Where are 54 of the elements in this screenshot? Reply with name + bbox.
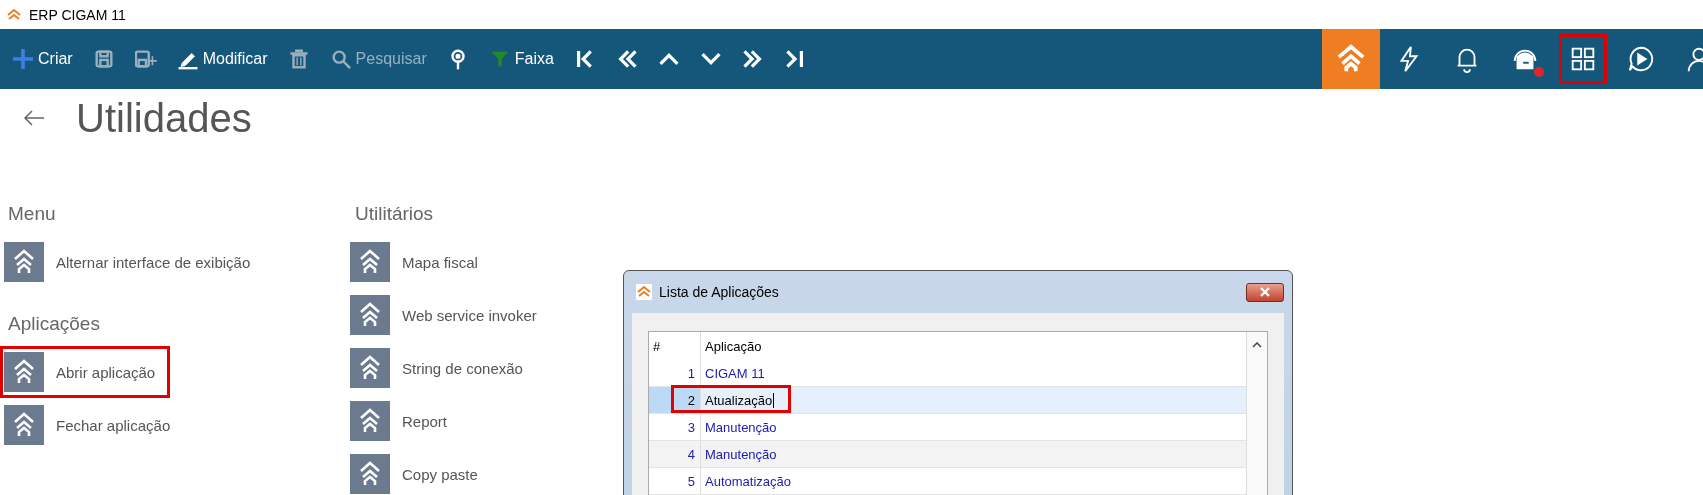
section-title: Aplicações bbox=[7, 313, 101, 335]
skip-to-end-icon bbox=[783, 48, 806, 70]
menu-item[interactable]: Abrir aplicação bbox=[0, 346, 171, 398]
table-row[interactable]: 5 Automatização bbox=[649, 468, 1246, 495]
dialog-title: Lista de Aplicações bbox=[659, 284, 779, 300]
floppy-disk-plus-icon bbox=[134, 48, 157, 70]
alert-dot bbox=[1534, 67, 1544, 77]
table-cell: 2 bbox=[649, 387, 701, 413]
logo-icon bbox=[4, 352, 44, 392]
table-cell-text: CIGAM 11 bbox=[704, 364, 765, 383]
plus-icon bbox=[12, 48, 34, 70]
menu-item[interactable]: Copy paste bbox=[347, 448, 493, 495]
column-header: # bbox=[649, 332, 701, 360]
table-cell-text: Manutenção bbox=[704, 418, 777, 437]
menu-item[interactable]: Report bbox=[347, 395, 463, 447]
menu-item[interactable]: Mapa fiscal bbox=[347, 236, 493, 288]
logo-icon bbox=[350, 401, 390, 441]
window-title: ERP CIGAM 11 bbox=[29, 6, 126, 23]
menu-item[interactable]: Fechar aplicação bbox=[0, 399, 186, 451]
table-row[interactable]: 2 Atualização bbox=[649, 387, 1246, 414]
close-icon bbox=[1259, 287, 1271, 297]
logo-icon bbox=[1336, 44, 1366, 74]
play-chat-icon bbox=[1626, 44, 1656, 74]
table-cell-text: Atualização bbox=[704, 391, 775, 410]
section-title: Utilitários bbox=[354, 203, 435, 225]
scroll-up-icon[interactable] bbox=[1252, 342, 1262, 348]
table-row[interactable]: 4 Manutenção bbox=[649, 441, 1246, 468]
table-cell-text: Automatização bbox=[704, 472, 791, 491]
logo-icon bbox=[4, 405, 44, 445]
create-button[interactable]: Criar bbox=[10, 48, 75, 70]
home-button[interactable] bbox=[1322, 29, 1380, 89]
trash-icon bbox=[287, 48, 310, 70]
logo-icon bbox=[350, 295, 390, 335]
table-cell: 5 bbox=[649, 468, 701, 494]
column-header: Aplicação bbox=[704, 337, 763, 356]
menu-item[interactable]: Alternar interface de exibição bbox=[0, 236, 266, 288]
table-cell: 4 bbox=[649, 441, 701, 467]
double-chevron-right-icon bbox=[741, 48, 764, 70]
page-title: Utilidades bbox=[76, 95, 252, 141]
app-logo-icon bbox=[6, 6, 22, 23]
filter-button[interactable]: Faixa bbox=[486, 48, 556, 70]
logo-icon bbox=[350, 348, 390, 388]
close-button[interactable] bbox=[1246, 282, 1284, 302]
text-cursor bbox=[773, 392, 775, 408]
app-logo-icon bbox=[636, 284, 652, 300]
menu-item[interactable]: Web service invoker bbox=[347, 289, 552, 341]
table-cell-text: Manutenção bbox=[704, 445, 777, 464]
section-title: Menu bbox=[7, 203, 57, 225]
logo-icon bbox=[4, 242, 44, 282]
menu-item[interactable]: String de conexão bbox=[347, 342, 538, 394]
logo-icon bbox=[350, 242, 390, 282]
scrollbar[interactable] bbox=[1246, 332, 1267, 495]
edit-button[interactable]: Modificar bbox=[174, 48, 270, 70]
table-cell: 3 bbox=[649, 414, 701, 440]
